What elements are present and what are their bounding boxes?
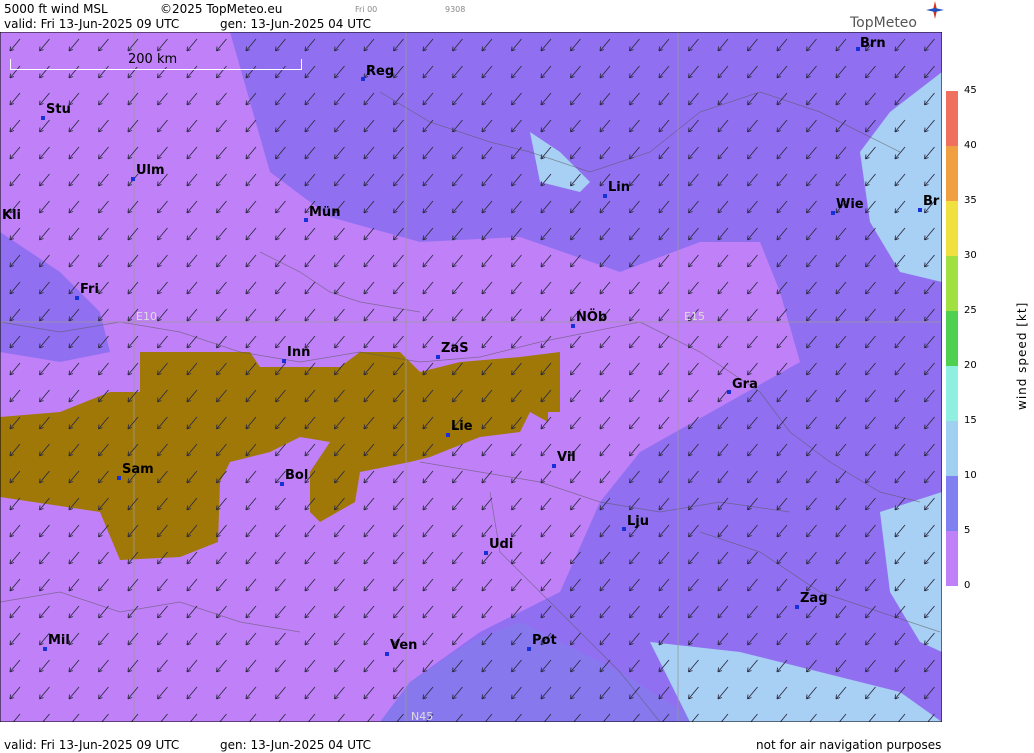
legend-band-30-35	[946, 201, 958, 256]
city-dot	[41, 116, 45, 120]
city-dot	[75, 296, 79, 300]
run-number: 9308	[445, 5, 466, 14]
city-bol[interactable]: Bol	[285, 468, 308, 483]
grid-label-e10: E10	[136, 310, 157, 323]
legend-band-25-30	[946, 256, 958, 311]
legend-tick: 30	[964, 250, 977, 261]
copyright: ©2025 TopMeteo.eu	[160, 2, 283, 16]
city-dot	[43, 647, 47, 651]
legend-tick: 0	[964, 580, 971, 591]
legend-tick: 15	[964, 415, 977, 426]
city-dot	[727, 390, 731, 394]
product-title: 5000 ft wind MSL	[4, 2, 108, 16]
city-dot	[304, 218, 308, 222]
city-ven[interactable]: Ven	[390, 638, 417, 653]
grid-label-n45: N45	[411, 710, 434, 723]
legend-band-35-40	[946, 146, 958, 201]
city-dot	[831, 211, 835, 215]
wind-map[interactable]	[0, 32, 942, 722]
city-dot	[280, 482, 284, 486]
city-dot	[385, 652, 389, 656]
city-inn[interactable]: Inn	[287, 345, 310, 360]
legend-tick: 10	[964, 470, 977, 481]
city-reg[interactable]: Reg	[366, 64, 394, 79]
legend-tick: 20	[964, 360, 977, 371]
city-dot	[603, 194, 607, 198]
legend-band-0-5	[946, 531, 958, 586]
valid-time: valid: Fri 13-Jun-2025 09 UTC	[4, 17, 180, 31]
legend-band-40-45	[946, 91, 958, 146]
footer-generated-time: gen: 13-Jun-2025 04 UTC	[220, 738, 372, 752]
city-ulm[interactable]: Ulm	[136, 163, 165, 178]
city-dot	[131, 177, 135, 181]
city-pot[interactable]: Pot	[532, 633, 557, 648]
city-zag[interactable]: Zag	[800, 591, 828, 606]
city-dot	[436, 355, 440, 359]
city-lju[interactable]: Lju	[627, 514, 649, 529]
city-dot	[117, 476, 121, 480]
city-dot	[795, 605, 799, 609]
grid-label-e15: E15	[684, 310, 705, 323]
city-dot	[622, 527, 626, 531]
city-mil[interactable]: Mil	[48, 633, 70, 648]
run-tag: Fri 00	[355, 5, 378, 14]
logo-text: TopMeteo	[850, 15, 917, 31]
city-brn[interactable]: Brn	[860, 36, 886, 51]
wind-arrows	[0, 32, 942, 722]
legend-title: wind speed [kt]	[1015, 301, 1029, 410]
city-br[interactable]: Br	[923, 194, 939, 209]
city-nob[interactable]: NÖb	[576, 310, 607, 325]
city-dot	[918, 208, 922, 212]
city-dot	[446, 433, 450, 437]
city-lie[interactable]: Lie	[451, 419, 473, 434]
legend-tick: 35	[964, 195, 977, 206]
legend-tick: 45	[964, 85, 977, 96]
city-gra[interactable]: Gra	[732, 377, 758, 392]
city-zas[interactable]: ZaS	[441, 341, 469, 356]
city-dot	[484, 551, 488, 555]
city-dot	[282, 359, 286, 363]
city-dot	[571, 324, 575, 328]
footer-disclaimer: not for air navigation purposes	[756, 738, 942, 752]
city-kli[interactable]: Kli	[2, 208, 21, 223]
legend-tick: 40	[964, 140, 977, 151]
legend-band-20-25	[946, 311, 958, 366]
city-stu[interactable]: Stu	[46, 102, 71, 117]
wind-speed-legend	[946, 91, 958, 586]
city-fri[interactable]: Fri	[80, 282, 99, 297]
legend-tick: 5	[964, 525, 971, 536]
compass-icon	[926, 1, 944, 19]
topmeteo-logo: TopMeteo	[850, 1, 944, 31]
footer-valid-time: valid: Fri 13-Jun-2025 09 UTC	[4, 738, 180, 752]
city-dot	[361, 77, 365, 81]
scale-label: 200 km	[128, 52, 178, 67]
city-mun[interactable]: Mün	[309, 205, 340, 220]
city-lin[interactable]: Lin	[608, 180, 630, 195]
city-dot	[552, 464, 556, 468]
city-udi[interactable]: Udi	[489, 537, 513, 552]
legend-band-5-10	[946, 476, 958, 531]
generated-time: gen: 13-Jun-2025 04 UTC	[220, 17, 372, 31]
legend-tick: 25	[964, 305, 977, 316]
legend-band-10-15	[946, 421, 958, 476]
city-dot	[527, 647, 531, 651]
city-vil[interactable]: Vil	[557, 450, 576, 465]
legend-band-15-20	[946, 366, 958, 421]
city-wie[interactable]: Wie	[836, 197, 864, 212]
city-sam[interactable]: Sam	[122, 462, 154, 477]
